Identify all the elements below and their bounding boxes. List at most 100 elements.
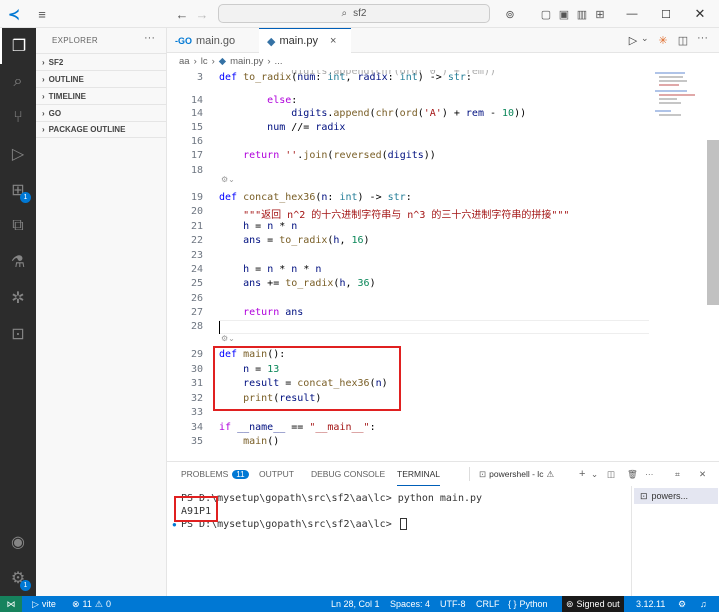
breadcrumb-lc[interactable]: lc [201, 56, 208, 67]
line-number: 33 [190, 407, 203, 418]
kill-terminal-icon[interactable]: 🗑 [627, 462, 638, 486]
tab-main-py[interactable]: ◆ main.py × [259, 28, 351, 53]
line-number: 32 [190, 393, 203, 404]
line-number: 31 [190, 378, 203, 389]
language-mode[interactable]: { } Python [508, 596, 548, 612]
maximize-icon[interactable]: ☐ [656, 6, 676, 22]
line-number: 23 [190, 250, 203, 261]
search-icon: ⌕ [341, 8, 348, 19]
line-number: 27 [190, 307, 203, 318]
close-window-icon[interactable]: ✕ [690, 6, 710, 22]
run-debug-icon[interactable]: ▷ [0, 136, 36, 172]
line-number: 24 [190, 264, 203, 275]
section-outline[interactable]: › OUTLINE [36, 70, 167, 87]
python-version[interactable]: 3.12.11 [636, 596, 665, 612]
command-center-search[interactable]: ⌕ sf2 [218, 4, 490, 23]
error-icon: ⊗ [72, 598, 80, 609]
arrow-right-icon[interactable]: → [194, 6, 210, 22]
editor-more-icon[interactable]: ··· [697, 32, 708, 44]
toggle-panel-icon[interactable]: ▣ [556, 6, 572, 22]
codelens-gear-icon-2[interactable]: ⚙⌄ [221, 334, 235, 343]
tab-problems[interactable]: PROBLEMS 11 [181, 462, 249, 486]
run-dropdown-icon[interactable]: ⌄ [641, 33, 649, 44]
branch-item[interactable]: ▷ vite [32, 596, 56, 612]
layout-icon[interactable]: ⊞ [592, 6, 608, 22]
section-package-outline[interactable]: › PACKAGE OUTLINE [36, 121, 167, 138]
warning-icon: ⚠ [94, 598, 103, 609]
terminal-dropdown-icon[interactable]: ⌄ [591, 462, 598, 486]
menu-icon[interactable]: ≡ [34, 6, 50, 22]
section-go[interactable]: › GO [36, 104, 167, 121]
code-editor[interactable]: 3 def to_radix(num: int, radix: int) -> s… [167, 70, 719, 461]
section-sf2[interactable]: › SF2 [36, 53, 167, 70]
breadcrumb-symbol[interactable]: ... [275, 56, 283, 67]
run-python-icon[interactable]: ▷ [625, 32, 641, 48]
extensions-icon[interactable]: ⊞ 1 [0, 172, 36, 208]
line-number: 3 [196, 72, 203, 83]
tab-main-go[interactable]: -GO main.go [167, 28, 257, 53]
testing-icon[interactable]: ⚗ [0, 244, 36, 280]
docker-icon[interactable]: ⊡ [0, 316, 36, 352]
copilot-icon[interactable]: ⊚ [502, 6, 518, 22]
close-tab-icon[interactable]: × [330, 35, 336, 47]
tab-terminal[interactable]: TERMINAL [397, 462, 440, 486]
kubernetes-icon[interactable]: ✲ [0, 280, 36, 316]
breadcrumb: aa › lc › ◆ main.py › ... [167, 53, 719, 70]
section-timeline[interactable]: › TIMELINE [36, 87, 167, 104]
line-number: 16 [190, 136, 203, 147]
remote-explorer-icon[interactable]: ⧉ [0, 208, 36, 244]
chevron-right-icon: › [42, 125, 45, 134]
chevron-right-icon: › [42, 74, 45, 84]
notifications-icon[interactable]: ⚙ [678, 596, 686, 612]
search-activity-icon[interactable]: ⌕ [0, 64, 36, 100]
minimize-icon[interactable]: — [622, 6, 642, 22]
code-line: else: [267, 95, 298, 106]
toggle-sidebar-icon[interactable]: ▢ [538, 6, 554, 22]
split-editor-icon[interactable]: ◫ [675, 32, 691, 48]
tab-output[interactable]: OUTPUT [259, 462, 294, 486]
cursor-position[interactable]: Ln 28, Col 1 [331, 596, 380, 612]
account-status[interactable]: ⊚ Signed out [562, 596, 624, 612]
line-number: 19 [190, 192, 203, 203]
copilot-icon: ⊚ [566, 598, 574, 609]
more-actions-icon[interactable]: ··· [144, 32, 155, 44]
line-number: 22 [190, 235, 203, 246]
minimap[interactable] [653, 70, 705, 150]
line-ending[interactable]: CRLF [476, 596, 500, 612]
debug-extension-icon[interactable]: ✳ [655, 32, 671, 48]
code-line: num //= radix [267, 122, 346, 133]
code-line: digits.append(chr(ord('0') + rem)) [219, 70, 496, 77]
codelens-gear-icon-1[interactable]: ⚙⌄ [221, 175, 235, 184]
bottom-panel: PROBLEMS 11 OUTPUT DEBUG CONSOLE TERMINA… [167, 461, 719, 596]
source-control-icon[interactable]: ⑂ [0, 100, 36, 136]
breadcrumb-aa[interactable]: aa [179, 56, 190, 67]
tab-debug-console[interactable]: DEBUG CONSOLE [311, 462, 385, 486]
chevron-right-icon: › [42, 91, 45, 101]
indentation[interactable]: Spaces: 4 [390, 596, 430, 612]
settings-icon[interactable]: ⚙ 1 [0, 560, 36, 596]
remote-indicator-icon[interactable]: ⋈ [0, 596, 22, 612]
line-number: 14 [190, 108, 203, 119]
code-line: if __name__ == "__main__": [219, 422, 376, 433]
status-bar: ⋈ ▷ vite ⊗ 11 ⚠ 0 Ln 28, Col 1 Spaces: 4 UT… [0, 596, 719, 612]
problems-item[interactable]: ⊗ 11 ⚠ 0 [72, 596, 111, 612]
explorer-icon[interactable]: ❐ [0, 28, 36, 64]
panel-more-icon[interactable]: ··· [645, 462, 654, 486]
toggle-secondary-sidebar-icon[interactable]: ▥ [574, 6, 590, 22]
breadcrumb-main-py[interactable]: main.py [230, 56, 263, 67]
encoding[interactable]: UTF-8 [440, 596, 466, 612]
new-terminal-icon[interactable]: + [579, 462, 585, 486]
close-panel-icon[interactable]: ✕ [699, 462, 706, 486]
code-line: main() [243, 436, 280, 447]
account-icon[interactable]: ◉ [0, 524, 36, 560]
editor-scrollbar[interactable] [707, 140, 719, 305]
bell-icon[interactable]: ♫ [700, 596, 707, 612]
terminal-list-item[interactable]: ⊡ powers... [634, 488, 718, 504]
split-terminal-icon[interactable]: ◫ [607, 462, 615, 486]
terminal-selector[interactable]: ⊡ powershell - lc ⚠ [479, 462, 554, 486]
maximize-panel-icon[interactable]: ⌗ [675, 462, 680, 486]
explorer-sidebar: EXPLORER ··· › SF2 › OUTLINE › TIMELINE › GO… [36, 28, 167, 596]
arrow-left-icon[interactable]: ← [174, 6, 190, 22]
line-number: 34 [190, 422, 203, 433]
code-line: """返回 n^2 的十六进制字符串与 n^3 的三十六进制字符串的拼接""" [243, 210, 570, 221]
